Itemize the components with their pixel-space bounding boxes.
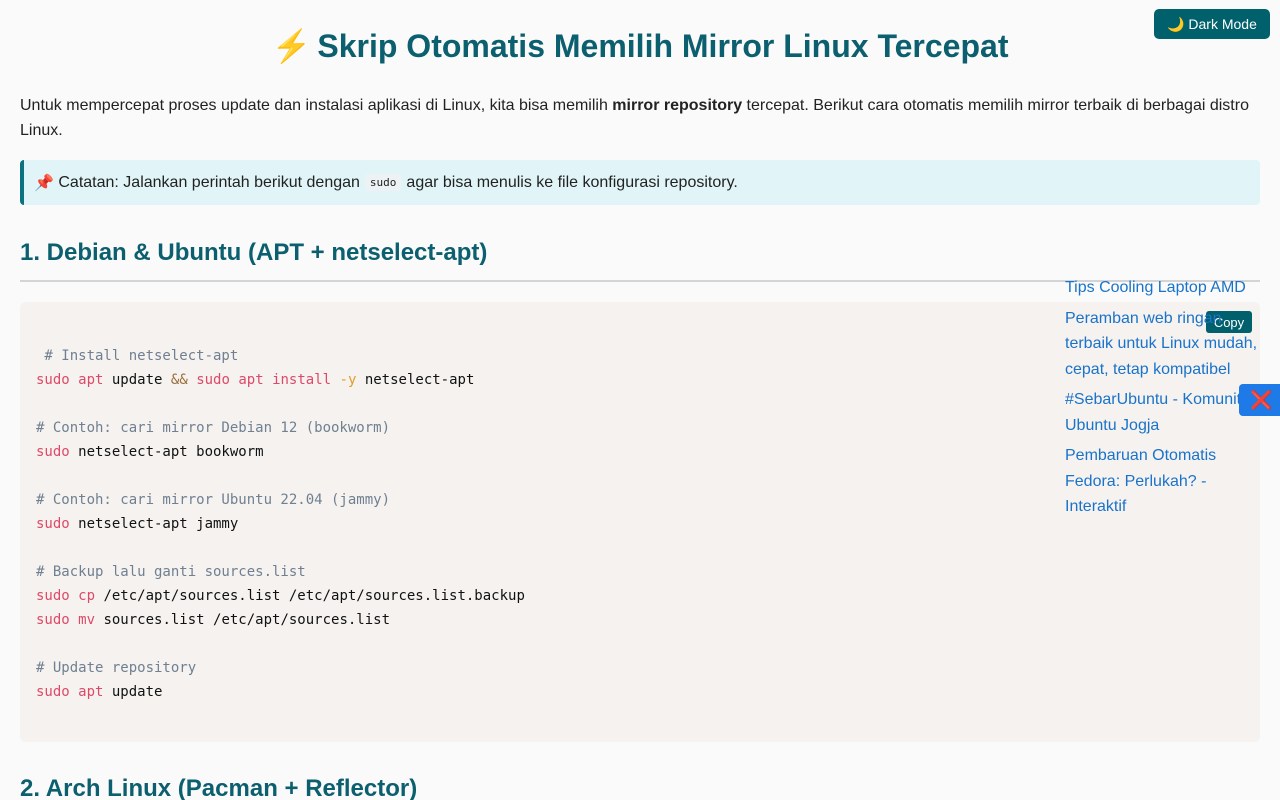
lightning-icon: ⚡: [271, 28, 312, 64]
code-token: sources.list /etc/apt/sources.list: [95, 612, 391, 628]
code-line: sudo netselect-apt jammy: [36, 512, 1244, 536]
page-title: ⚡ Skrip Otomatis Memilih Mirror Linux Ter…: [0, 26, 1280, 66]
code-token: sudo: [36, 588, 70, 604]
code-token: mv: [78, 612, 96, 628]
code-token: # Install netselect-apt: [36, 348, 239, 364]
code-token: # Backup lalu ganti sources.list: [36, 564, 306, 580]
code-token: sudo: [36, 516, 70, 532]
code-line: # Install netselect-apt: [36, 344, 1244, 368]
code-line: sudo cp /etc/apt/sources.list /etc/apt/s…: [36, 584, 1244, 608]
page-title-text: Skrip Otomatis Memilih Mirror Linux Terc…: [317, 28, 1009, 64]
code-token: # Contoh: cari mirror Debian 12 (bookwor…: [36, 420, 391, 436]
pushpin-icon: 📌: [34, 174, 54, 192]
code-line: sudo apt update && sudo apt install -y n…: [36, 368, 1244, 392]
code-token: apt: [78, 684, 104, 700]
note-inline-code: sudo: [364, 174, 402, 191]
code-token: update: [103, 684, 163, 700]
code-line: # Update repository: [36, 656, 1244, 680]
code-token: apt: [238, 372, 264, 388]
code-token: sudo: [36, 372, 70, 388]
code-token: netselect-apt: [356, 372, 475, 388]
intro-paragraph: Untuk mempercepat proses update dan inst…: [20, 93, 1260, 143]
code-token: sudo: [36, 684, 70, 700]
code-token: netselect-apt bookworm: [69, 444, 264, 460]
code-line: sudo mv sources.list /etc/apt/sources.li…: [36, 608, 1244, 632]
code-token: # Contoh: cari mirror Ubuntu 22.04 (jamm…: [36, 492, 391, 508]
note-text-before: Catatan: Jalankan perintah berikut denga…: [58, 173, 360, 191]
code-line: sudo netselect-apt bookworm: [36, 440, 1244, 464]
intro-text-before: Untuk mempercepat proses update dan inst…: [20, 97, 613, 114]
code-token: sudo: [196, 372, 230, 388]
section-heading-arch: 2. Arch Linux (Pacman + Reflector): [20, 775, 418, 800]
code-token: sudo: [36, 612, 70, 628]
code-token: &&: [170, 372, 188, 388]
code-token: install: [272, 372, 332, 388]
code-token: cp: [78, 588, 96, 604]
code-line: # Contoh: cari mirror Debian 12 (bookwor…: [36, 416, 1244, 440]
code-line: sudo apt update: [36, 680, 1244, 704]
related-link[interactable]: Tips Cooling Laptop AMD: [1065, 275, 1265, 301]
close-sidebar-button[interactable]: ❌: [1239, 384, 1280, 416]
related-link[interactable]: Peramban web ringan terbaik untuk Linux …: [1065, 306, 1265, 383]
related-link[interactable]: Pembaruan Otomatis Fedora: Perlukah? - I…: [1065, 443, 1265, 520]
code-token: # Update repository: [36, 660, 197, 676]
code-line: # Contoh: cari mirror Ubuntu 22.04 (jamm…: [36, 488, 1244, 512]
code-token: /etc/apt/sources.list /etc/apt/sources.l…: [95, 588, 525, 604]
code-token: -y: [339, 372, 357, 388]
code-line: # Backup lalu ganti sources.list: [36, 560, 1244, 584]
code-token: netselect-apt jammy: [69, 516, 239, 532]
code-token: sudo: [36, 444, 70, 460]
intro-text-bold: mirror repository: [612, 97, 743, 114]
related-links-sidebar: Tips Cooling Laptop AMD Peramban web rin…: [1065, 275, 1265, 525]
note-text-after: agar bisa menulis ke file konfigurasi re…: [406, 173, 738, 191]
related-link[interactable]: #SebarUbuntu - Komunitas Ubuntu Jogja: [1065, 387, 1265, 438]
code-token: update: [103, 372, 171, 388]
code-token: apt: [78, 372, 104, 388]
note-callout: 📌 Catatan: Jalankan perintah berikut den…: [20, 160, 1260, 205]
close-icon: ❌: [1250, 389, 1273, 411]
